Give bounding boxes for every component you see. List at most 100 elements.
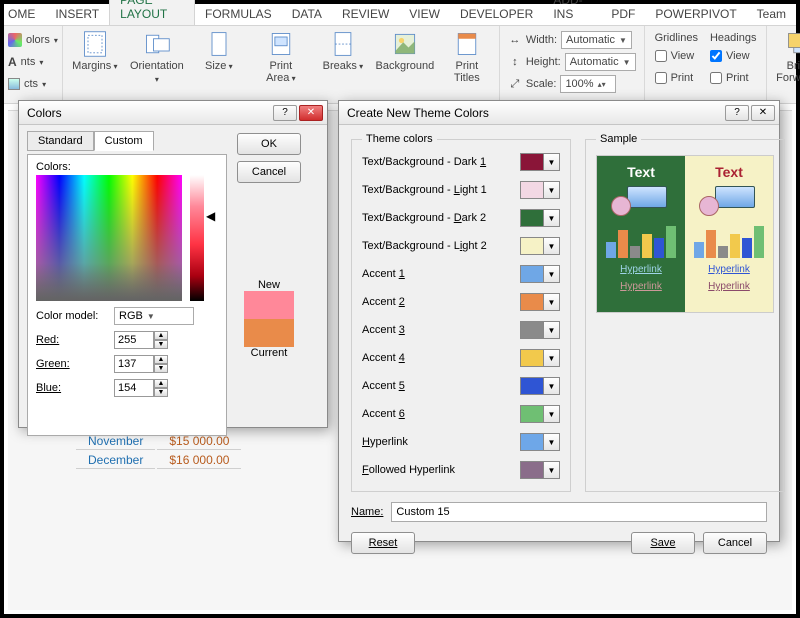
color-model-combo[interactable]: RGB▼ [114,307,194,325]
ribbon-tab-add-ins[interactable]: ADD-INS [543,0,601,25]
reset-button[interactable]: Reset [351,532,415,554]
help-button[interactable]: ? [725,105,749,121]
print-area-button[interactable]: Print Area [253,28,309,103]
theme-color-label: Accent 4 [362,352,512,364]
bring-forward-icon [785,30,800,58]
height-combo[interactable]: Automatic▼ [565,53,636,71]
breaks-icon [329,30,357,58]
theme-cancel-button[interactable]: Cancel [703,532,767,554]
ribbon-tab-ome[interactable]: OME [8,4,45,25]
gridlines-view-checkbox[interactable]: View [655,46,695,66]
new-label: New [244,279,294,291]
theme-color-picker[interactable]: ▼ [520,433,560,451]
theme-color-row: Text/Background - Dark 1 ▼ [362,151,560,173]
width-icon: ↔ [508,34,522,46]
sample-hyperlink-light: Hyperlink [708,264,750,275]
bring-forward-button[interactable]: Bring Forward [771,28,800,103]
name-label: Name: [351,506,383,518]
theme-color-picker[interactable]: ▼ [520,153,560,171]
headings-view-checkbox[interactable]: View [710,46,750,66]
green-label: Green: [36,358,108,370]
breaks-button[interactable]: Breaks [315,28,371,103]
sample-bar [606,242,616,258]
orientation-button[interactable]: Orientation [129,28,185,103]
height-label: Height: [526,56,561,68]
ribbon-tab-data[interactable]: DATA [282,4,332,25]
luminance-marker[interactable]: ◀ [206,209,215,337]
current-color-swatch [244,319,294,347]
blue-spin[interactable]: ▲▼ [114,379,168,397]
margins-button[interactable]: Margins [67,28,123,103]
theme-color-label: Text/Background - Light 2 [362,240,512,252]
colors-dialog: Colors ? ✕ Standard Custom Colors: [18,100,328,428]
ribbon-tab-developer[interactable]: DEVELOPER [450,4,543,25]
scale-label: Scale: [526,78,557,90]
custom-tab[interactable]: Custom [94,131,154,151]
green-spin[interactable]: ▲▼ [114,355,168,373]
name-input[interactable] [391,502,767,522]
theme-color-picker[interactable]: ▼ [520,377,560,395]
size-button[interactable]: Size [191,28,247,103]
scale-spin[interactable]: 100%▴▾ [560,75,616,93]
cell-month[interactable]: December [76,452,155,469]
theme-color-label: Accent 6 [362,408,512,420]
ribbon-tab-powerpivot[interactable]: POWERPIVOT [645,4,746,25]
effects-icon [8,78,20,90]
cancel-button[interactable]: Cancel [237,161,301,183]
standard-tab[interactable]: Standard [27,131,94,151]
theme-color-picker[interactable]: ▼ [520,461,560,479]
orientation-icon [143,30,171,58]
new-color-swatch [244,291,294,319]
print-titles-button[interactable]: Print Titles [439,28,495,103]
ribbon-tabs: OMEINSERTPAGE LAYOUTFORMULASDATAREVIEWVI… [4,4,796,26]
sample-bar [742,238,752,258]
sample-bar [618,230,628,258]
colors-label: Colors: [36,161,218,173]
save-button[interactable]: Save [631,532,695,554]
theme-color-row: Accent 4 ▼ [362,347,560,369]
theme-color-picker[interactable]: ▼ [520,209,560,227]
theme-color-row: Accent 6 ▼ [362,403,560,425]
sheet-options-group: Gridlines View Print Headings View Print [645,26,768,103]
gridlines-print-checkbox[interactable]: Print [655,68,694,88]
theme-color-picker[interactable]: ▼ [520,181,560,199]
sample-text-light: Text [715,164,743,180]
ribbon-tab-pdf[interactable]: PDF [601,4,645,25]
theme-color-picker[interactable]: ▼ [520,293,560,311]
color-gradient-picker[interactable] [36,175,182,301]
sample-hyperlink-dark: Hyperlink [620,264,662,275]
theme-color-picker[interactable]: ▼ [520,405,560,423]
cell-value[interactable]: $16 000.00 [157,452,241,469]
sample-followed-dark: Hyperlink [620,281,662,292]
ribbon-tab-page-layout[interactable]: PAGE LAYOUT [109,0,195,25]
close-button[interactable]: ✕ [299,105,323,121]
ribbon-tab-view[interactable]: VIEW [399,4,450,25]
help-button[interactable]: ? [273,105,297,121]
ribbon-tab-team[interactable]: Team [747,4,796,25]
print-area-icon [267,30,295,58]
red-spin[interactable]: ▲▼ [114,331,168,349]
ok-button[interactable]: OK [237,133,301,155]
scale-to-fit-group: ↔Width:Automatic▼ ↕Height:Automatic▼ ⤢Sc… [500,26,645,103]
theme-color-picker[interactable]: ▼ [520,237,560,255]
fonts-label[interactable]: nts [21,56,36,68]
width-combo[interactable]: Automatic▼ [561,31,632,49]
theme-color-picker[interactable]: ▼ [520,349,560,367]
theme-color-row: Hyperlink ▼ [362,431,560,453]
effects-label[interactable]: cts [24,78,38,90]
background-button[interactable]: Background [377,28,433,103]
theme-color-picker[interactable]: ▼ [520,265,560,283]
width-label: Width: [526,34,557,46]
ribbon-tab-insert[interactable]: INSERT [45,4,109,25]
height-icon: ↕ [508,56,522,68]
theme-color-picker[interactable]: ▼ [520,321,560,339]
blue-label: Blue: [36,382,108,394]
close-button[interactable]: ✕ [751,105,775,121]
colors-label[interactable]: olors [26,34,50,46]
theme-color-label: Accent 5 [362,380,512,392]
theme-colors-dialog: Create New Theme Colors ? ✕ Theme colors… [338,100,780,542]
headings-print-checkbox[interactable]: Print [710,68,749,88]
ribbon-tab-formulas[interactable]: FORMULAS [195,4,282,25]
ribbon-tab-review[interactable]: REVIEW [332,4,399,25]
luminance-bar[interactable] [190,175,204,301]
